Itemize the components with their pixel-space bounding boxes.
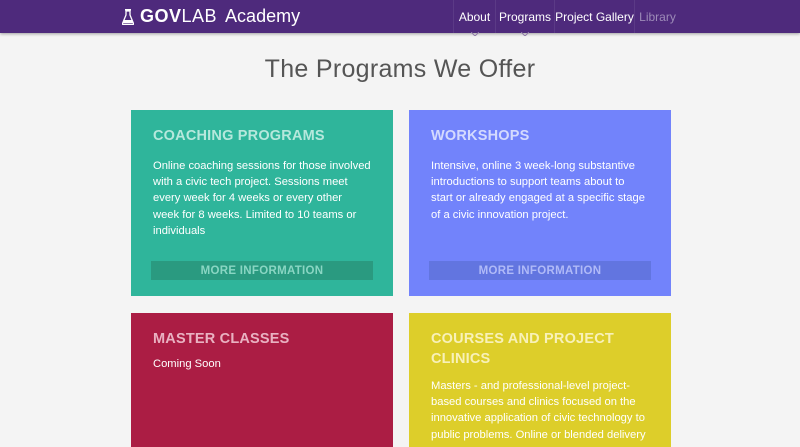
- more-information-button[interactable]: MORE INFORMATION: [151, 261, 373, 280]
- caret-down-icon: [520, 25, 530, 37]
- more-information-button[interactable]: MORE INFORMATION: [429, 261, 651, 280]
- brand-suffix: Academy: [225, 6, 301, 26]
- card-master-classes: MASTER CLASSES Coming Soon: [131, 313, 393, 447]
- nav-item-library[interactable]: Library: [634, 0, 680, 33]
- nav-item-label: About: [458, 9, 491, 24]
- card-description: Online coaching sessions for those invol…: [153, 160, 371, 237]
- card-description: Intensive, online 3 week-long substantiv…: [431, 160, 645, 221]
- brand-name-bold: GOV: [140, 6, 182, 26]
- nav-item-label: Project Gallery: [555, 9, 634, 24]
- nav-item-label: Library: [639, 9, 676, 24]
- nav-menu: About Programs Project Gallery Library: [453, 0, 680, 37]
- nav-item-project-gallery[interactable]: Project Gallery: [554, 0, 634, 33]
- flask-icon: [121, 8, 135, 25]
- card-title: WORKSHOPS: [431, 128, 530, 144]
- card-title: MASTER CLASSES: [153, 331, 290, 347]
- card-title: COACHING PROGRAMS: [153, 128, 325, 144]
- card-title: COURSES AND PROJECT CLINICS: [431, 331, 614, 367]
- nav-item-programs[interactable]: Programs: [495, 0, 554, 37]
- page-title: The Programs We Offer: [264, 55, 536, 83]
- card-courses-and-project-clinics: COURSES AND PROJECT CLINICS Masters - an…: [409, 313, 671, 447]
- card-description: Masters - and professional-level project…: [431, 380, 646, 441]
- brand-name-light: LAB: [181, 6, 218, 26]
- card-workshops: WORKSHOPS Intensive, online 3 week-long …: [409, 110, 671, 296]
- card-description: Coming Soon: [153, 358, 221, 370]
- nav-item-about[interactable]: About: [453, 0, 495, 37]
- nav-item-label: Programs: [498, 9, 551, 24]
- brand-logo[interactable]: GOV LAB Academy: [121, 0, 301, 33]
- card-coaching-programs: COACHING PROGRAMS Online coaching sessio…: [131, 110, 393, 296]
- caret-down-icon: [470, 25, 479, 37]
- top-navbar: GOV LAB Academy About Programs Project Ga…: [0, 0, 800, 37]
